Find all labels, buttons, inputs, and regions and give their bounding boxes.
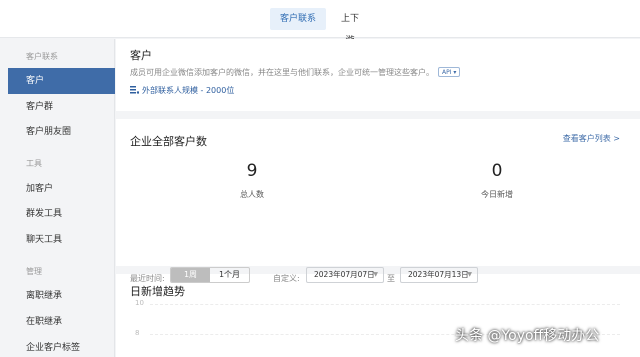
stats-card: 企业全部客户数 查看客户列表 > 9 总人数 0 今日新增: [116, 119, 640, 266]
watermark: 头条 @Yoyoff移动办公: [455, 328, 600, 344]
sidebar-group-management: 管理: [26, 267, 42, 276]
sidebar-item-resigned-inherit[interactable]: 离职继承: [8, 283, 115, 309]
range-option-1-week[interactable]: 1周: [171, 268, 210, 282]
recent-time-label: 最近时间:: [130, 274, 165, 283]
today-new-label: 今日新增: [481, 190, 513, 199]
sidebar-group-customer-contact: 客户联系: [26, 52, 58, 61]
start-date-value: 2023年07月07日: [314, 270, 375, 279]
stats-title: 企业全部客户数: [130, 135, 207, 148]
chevron-down-icon: ▼: [373, 271, 378, 278]
to-label: 至: [387, 274, 395, 283]
sidebar: 客户联系 客户 客户群 客户朋友圈 工具 加客户 群发工具 聊天工具 管理 离职…: [0, 39, 115, 357]
external-scale-link[interactable]: 外部联系人规模 - 2000位: [130, 85, 234, 96]
end-date-value: 2023年07月13日: [408, 270, 469, 279]
sidebar-item-active-inherit[interactable]: 在职继承: [8, 309, 115, 335]
total-count-label: 总人数: [240, 190, 264, 199]
y-tick-label: 8: [135, 329, 140, 337]
top-tab-bar: 客户联系 上下游: [0, 0, 640, 46]
tab-upstream-downstream[interactable]: 上下游: [330, 8, 370, 46]
sidebar-item-customer-group[interactable]: 客户群: [8, 94, 115, 120]
sidebar-item-mass-send[interactable]: 群发工具: [8, 201, 115, 227]
total-count: 9: [246, 161, 258, 181]
custom-range-label: 自定义:: [273, 274, 300, 283]
range-segmented-control: 1周 1个月: [170, 267, 250, 283]
start-date-picker[interactable]: 2023年07月07日 ▼: [306, 267, 384, 283]
tab-customer-contact[interactable]: 客户联系: [270, 8, 326, 30]
range-option-1-month[interactable]: 1个月: [210, 268, 249, 282]
grid-line: [150, 304, 620, 305]
customer-description: 成员可用企业微信添加客户的微信，并在这里与他们联系，企业可统一管理这些客户。 AP…: [130, 67, 461, 78]
sidebar-item-customer-moments[interactable]: 客户朋友圈: [8, 119, 115, 145]
end-date-picker[interactable]: 2023年07月13日 ▼: [400, 267, 478, 283]
view-customer-list-link[interactable]: 查看客户列表 >: [563, 133, 620, 144]
customer-description-text: 成员可用企业微信添加客户的微信，并在这里与他们联系，企业可统一管理这些客户。: [130, 68, 434, 77]
customer-card: 客户 成员可用企业微信添加客户的微信，并在这里与他们联系，企业可统一管理这些客户…: [116, 39, 640, 111]
trend-title: 日新增趋势: [130, 285, 185, 298]
chevron-down-icon: ▼: [467, 271, 472, 278]
api-badge[interactable]: API ▾: [438, 67, 461, 77]
contacts-list-icon: [130, 86, 139, 94]
sidebar-item-add-customer[interactable]: 加客户: [8, 176, 115, 202]
sidebar-item-chat-tools[interactable]: 聊天工具: [8, 227, 115, 253]
sidebar-group-tools: 工具: [26, 159, 42, 168]
sidebar-item-customer[interactable]: 客户: [8, 68, 115, 94]
sidebar-item-customer-tags[interactable]: 企业客户标签: [8, 335, 115, 357]
today-new-count: 0: [491, 161, 503, 181]
customer-title: 客户: [130, 49, 152, 62]
main-content: 客户 成员可用企业微信添加客户的微信，并在这里与他们联系，企业可统一管理这些客户…: [116, 39, 640, 357]
external-scale-text: 外部联系人规模 - 2000位: [142, 86, 235, 95]
y-tick-label: 10: [135, 299, 144, 307]
